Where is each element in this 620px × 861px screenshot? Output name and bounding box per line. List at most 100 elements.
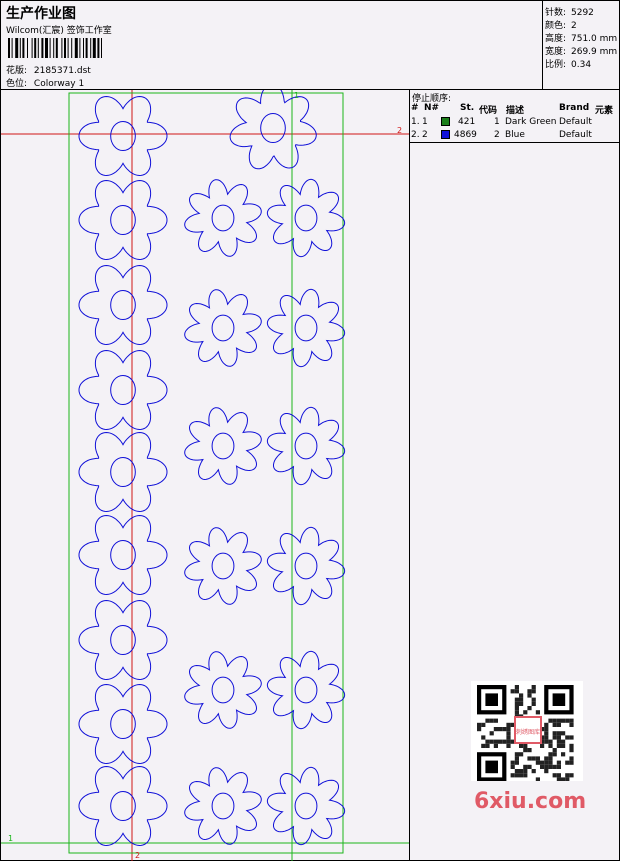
- colorway-value: Colorway 1: [33, 79, 85, 89]
- qr-module: [481, 743, 486, 748]
- stat-scale: 比例: 0.34: [545, 60, 592, 70]
- qr-module: [514, 773, 519, 778]
- qr-module: [481, 735, 486, 740]
- qr-module: [519, 693, 524, 698]
- qr-module: [535, 777, 540, 781]
- stat-width: 宽度: 269.9 mm: [545, 47, 618, 57]
- design-file-label: 花版:: [6, 66, 28, 76]
- qr-module: [498, 727, 503, 732]
- qr-badge-text: 刺绣图库: [516, 728, 540, 736]
- qr-module: [519, 769, 524, 774]
- qr-module: [552, 722, 557, 727]
- qr-module: [535, 756, 540, 761]
- qr-module: [556, 718, 561, 723]
- qr-module: [544, 760, 549, 765]
- flower-outline: [78, 683, 168, 765]
- qr-module: [493, 718, 498, 723]
- flower-outline: [266, 766, 346, 846]
- qr-finder: [485, 760, 498, 774]
- qr-module: [493, 739, 498, 744]
- qr-module: [552, 748, 557, 753]
- qr-module: [510, 773, 515, 778]
- barcode-bar: [31, 38, 33, 58]
- qr-module: [527, 748, 532, 753]
- barcode-bar: [53, 38, 55, 58]
- row-brand: Default: [559, 130, 592, 140]
- qr-module: [531, 689, 536, 694]
- flower-outline: [78, 514, 168, 596]
- qr-module: [548, 718, 553, 723]
- qr-module: [531, 701, 536, 706]
- qr-module: [493, 743, 498, 748]
- qr-module: [544, 722, 549, 727]
- flower-center: [211, 552, 235, 580]
- qr-module: [556, 777, 561, 781]
- qr-module: [556, 764, 561, 769]
- qr-module: [506, 739, 511, 744]
- qr-module: [569, 722, 574, 727]
- barcode-bar: [8, 38, 10, 58]
- qr-module: [548, 760, 553, 765]
- qr-finder: [485, 693, 498, 706]
- col-index: #: [411, 103, 419, 113]
- design-file-value: 2185371.dst: [33, 66, 91, 76]
- qr-module: [527, 689, 532, 694]
- qr-module: [527, 764, 532, 769]
- stat-stitches: 针数: 5292: [545, 8, 594, 18]
- col-elements: 元素: [595, 106, 614, 116]
- qr-module: [561, 743, 566, 748]
- qr-module: [506, 735, 511, 740]
- qr-module: [514, 760, 519, 765]
- qr-module: [548, 764, 553, 769]
- flower-outline: [184, 527, 262, 605]
- qr-module: [502, 739, 507, 744]
- qr-module: [561, 777, 566, 781]
- qr-module: [519, 752, 524, 757]
- qr-module: [514, 706, 519, 711]
- qr-module: [489, 731, 494, 736]
- flower-outline: [266, 288, 346, 368]
- qr-module: [569, 756, 574, 761]
- qr-module: [477, 727, 482, 732]
- barcode-bar: [71, 38, 73, 58]
- flower-center: [294, 314, 318, 342]
- qr-module: [527, 706, 532, 711]
- qr-module: [544, 769, 549, 774]
- design-file-line: 花版: 2185371.dst: [6, 63, 91, 76]
- qr-module: [556, 735, 561, 740]
- qr-module: [506, 727, 511, 732]
- barcode-bar: [92, 38, 96, 58]
- qr-module: [519, 743, 524, 748]
- qr-module: [506, 743, 511, 748]
- marker-red-bottom: 2: [135, 851, 140, 860]
- barcode-bar: [85, 38, 88, 58]
- qr-module: [556, 722, 561, 727]
- qr-module: [514, 710, 519, 715]
- qr-module: [556, 739, 561, 744]
- qr-module: [523, 748, 528, 753]
- stat-colors: 颜色: 2: [545, 21, 577, 31]
- qr-module: [527, 756, 532, 761]
- qr-module: [477, 722, 482, 727]
- qr-module: [556, 760, 561, 765]
- qr-module: [523, 764, 528, 769]
- thread-color-swatch: [441, 130, 450, 139]
- flower-outline: [184, 407, 262, 485]
- qr-module: [552, 718, 557, 723]
- qr-finder: [552, 693, 566, 706]
- qr-module: [523, 773, 528, 778]
- barcode-bar: [79, 38, 81, 58]
- flower-center: [211, 792, 235, 820]
- row-description: Blue: [505, 130, 525, 140]
- flower-outline: [266, 178, 346, 258]
- flower-outline: [78, 765, 168, 847]
- qr-module: [531, 769, 536, 774]
- col-stitches: St.: [460, 103, 475, 113]
- barcode-bar: [22, 38, 25, 58]
- barcode-bar: [27, 38, 28, 58]
- barcode-bar: [45, 38, 48, 58]
- marker-green-top: 1: [294, 91, 299, 100]
- qr-module: [552, 752, 557, 757]
- flower-center: [294, 432, 318, 460]
- row-description: Dark Green: [505, 117, 557, 127]
